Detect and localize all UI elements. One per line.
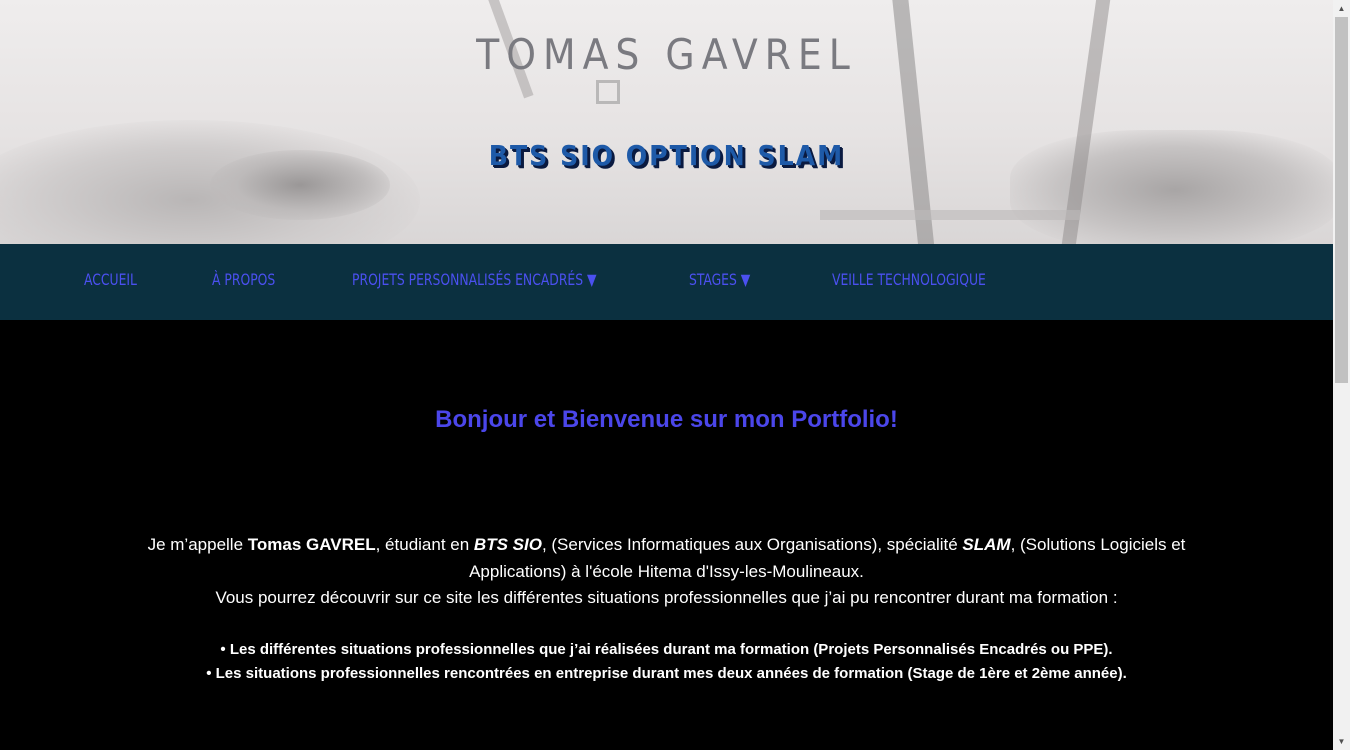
intro-bts: BTS SIO xyxy=(473,535,542,554)
header-banner: TOMAS GAVREL BTS SIO OPTION SLAM xyxy=(0,0,1333,244)
welcome-heading: Bonjour et Bienvenue sur mon Portfolio! xyxy=(435,406,898,433)
background-photo-detail xyxy=(596,80,620,104)
nav-item-accueil[interactable]: ACCUEIL xyxy=(84,244,137,320)
intro-name: Tomas GAVREL xyxy=(247,535,376,554)
intro-text: Je m’appelle Tomas GAVREL, étudiant en B… xyxy=(130,532,1203,612)
intro-text-part: , étudiant en xyxy=(375,535,474,554)
main-navigation: ACCUEIL À PROPOS PROJETS PERSONNALISÉS E… xyxy=(0,244,1333,320)
page: TOMAS GAVREL BTS SIO OPTION SLAM ACCUEIL… xyxy=(0,0,1333,750)
intro-text-part: Je m’appelle xyxy=(147,535,248,554)
vertical-scrollbar[interactable]: ▲ ▼ xyxy=(1333,0,1350,750)
scroll-down-arrow-icon[interactable]: ▼ xyxy=(1333,733,1350,750)
site-subtitle: BTS SIO OPTION SLAM xyxy=(488,139,845,172)
situations-list: • Les différentes situations professionn… xyxy=(0,638,1333,686)
scrollbar-thumb[interactable] xyxy=(1335,17,1348,383)
nav-item-veille-technologique[interactable]: VEILLE TECHNOLOGIQUE xyxy=(832,244,986,320)
nav-item-ppe-dropdown[interactable]: PROJETS PERSONNALISÉS ENCADRÉS ▼ xyxy=(352,244,597,320)
list-item: • Les situations professionnelles rencon… xyxy=(206,665,1127,682)
intro-text-part: , (Services Informatiques aux Organisati… xyxy=(541,535,963,554)
intro-text-line2: Vous pourrez découvrir sur ce site les d… xyxy=(215,588,1118,607)
list-item: • Les différentes situations professionn… xyxy=(220,641,1113,658)
nav-item-a-propos[interactable]: À PROPOS xyxy=(212,244,275,320)
intro-slam: SLAM xyxy=(962,535,1011,554)
site-title: TOMAS GAVREL xyxy=(476,30,857,79)
nav-item-stages-dropdown[interactable]: STAGES ▼ xyxy=(689,244,750,320)
background-photo-detail xyxy=(820,210,1080,220)
scroll-up-arrow-icon[interactable]: ▲ xyxy=(1333,0,1350,17)
